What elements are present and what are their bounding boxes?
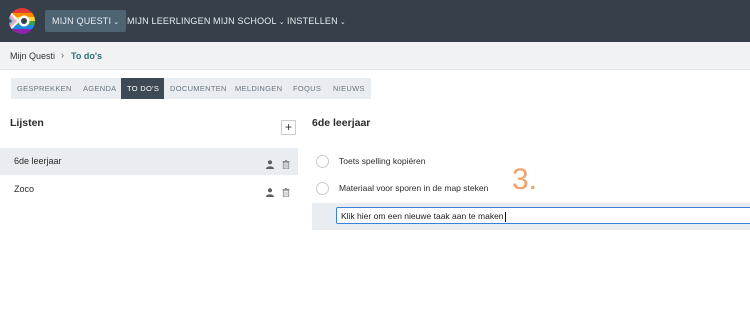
breadcrumb-separator-icon: › (61, 50, 64, 60)
rainbow-logo-icon[interactable] (9, 8, 35, 34)
lists-title: Lijsten (10, 117, 44, 129)
list-item-label: Zoco (14, 184, 35, 194)
nav-mijn-school[interactable]: MIJN SCHOOL ⌄ (206, 10, 292, 32)
chevron-down-icon: ⌄ (113, 19, 120, 26)
todo-list-title: 6de leerjaar (312, 117, 371, 129)
step-annotation: 3. (512, 163, 538, 196)
tab-meldingen[interactable]: MELDINGEN (229, 78, 289, 99)
breadcrumb-root[interactable]: Mijn Questi (10, 51, 55, 61)
todo-item-label[interactable]: Materiaal voor sporen in de map steken (339, 183, 488, 193)
trash-icon[interactable] (282, 156, 290, 174)
tab-foqus[interactable]: FOQUS (287, 78, 328, 99)
top-navigation-bar: MIJN QUESTI ⌄ MIJN LEERLINGEN MIJN SCHOOL… (0, 0, 750, 42)
user-icon[interactable] (266, 156, 274, 174)
nav-mijn-leerlingen[interactable]: MIJN LEERLINGEN (120, 10, 218, 32)
tab-agenda[interactable]: AGENDA (77, 78, 123, 99)
breadcrumb: Mijn Questi › To do's (0, 42, 750, 70)
list-item[interactable]: 6de leerjaar (0, 148, 298, 175)
trash-icon[interactable] (282, 184, 290, 202)
breadcrumb-current: To do's (71, 51, 102, 61)
nav-mijn-questi[interactable]: MIJN QUESTI ⌄ (45, 10, 127, 32)
todo-item-label[interactable]: Toets spelling kopiëren (339, 156, 425, 166)
list-item-label: 6de leerjaar (14, 156, 62, 166)
add-list-button[interactable]: + (281, 120, 296, 135)
nav-instellen-label: INSTELLEN (287, 16, 338, 26)
nav-instellen[interactable]: INSTELLEN ⌄ (280, 10, 353, 32)
nav-mijn-leerlingen-label: MIJN LEERLINGEN (127, 16, 211, 26)
tab-documenten[interactable]: DOCUMENTEN (164, 78, 233, 99)
tab-todos[interactable]: TO DO'S (121, 78, 166, 99)
tab-gesprekken[interactable]: GESPREKKEN (11, 78, 78, 99)
nav-mijn-school-label: MIJN SCHOOL (213, 16, 277, 26)
todo-checkbox[interactable] (316, 182, 329, 195)
user-icon[interactable] (266, 184, 274, 202)
tab-nieuws[interactable]: NIEUWS (327, 78, 371, 99)
new-task-input[interactable]: Klik hier om een nieuwe taak aan te make… (336, 207, 750, 224)
new-task-input-value: Klik hier om een nieuwe taak aan te make… (341, 211, 504, 221)
list-item[interactable]: Zoco (0, 176, 298, 203)
text-cursor (504, 211, 506, 222)
nav-mijn-questi-label: MIJN QUESTI (52, 16, 112, 26)
chevron-down-icon: ⌄ (339, 19, 346, 26)
todo-checkbox[interactable] (316, 155, 329, 168)
